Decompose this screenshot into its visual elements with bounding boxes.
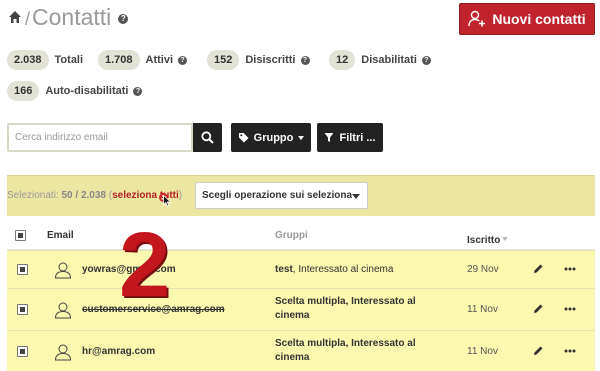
group-dropdown-label: Gruppo bbox=[253, 131, 294, 144]
contact-email[interactable]: hr@amrag.com bbox=[82, 346, 155, 357]
row-checkbox[interactable] bbox=[17, 264, 28, 275]
row-checkbox[interactable] bbox=[17, 346, 28, 357]
stat-auto-disabled-value: 166 bbox=[7, 81, 40, 101]
user-icon bbox=[54, 344, 72, 361]
stat-total[interactable]: 2.038 Totali bbox=[7, 50, 83, 70]
table-row[interactable]: yowras@gmail.com test, Interessato al ci… bbox=[7, 250, 595, 288]
more-options-icon[interactable] bbox=[564, 267, 576, 271]
more-options-icon[interactable] bbox=[564, 349, 576, 353]
selection-count: 50 / 2.038 bbox=[61, 190, 106, 201]
search-input[interactable] bbox=[7, 123, 193, 152]
selection-summary: Selezionati: 50 / 2.038 (seleziona tutti… bbox=[7, 190, 182, 201]
contact-email[interactable]: customerservice@amrag.com bbox=[82, 304, 225, 315]
add-user-icon bbox=[468, 10, 486, 27]
contact-group-primary: test bbox=[275, 264, 293, 275]
selection-prefix: Selezionati: bbox=[7, 190, 62, 201]
new-contacts-label: Nuovi contatti bbox=[492, 11, 586, 27]
contact-group-rest: , Interessato al cinema bbox=[292, 264, 394, 275]
group-dropdown-button[interactable]: Gruppo bbox=[231, 123, 311, 152]
filters-label: Filtri ... bbox=[339, 131, 376, 144]
more-options-icon[interactable] bbox=[564, 307, 576, 311]
help-icon[interactable]: ? bbox=[421, 55, 431, 65]
page-header: / Contatti ? Nuovi contatti bbox=[0, 0, 600, 40]
contact-subscribed-date: 11 Nov bbox=[467, 346, 498, 357]
chevron-down-icon bbox=[352, 194, 360, 199]
contact-subscribed-date: 11 Nov bbox=[467, 304, 498, 315]
stat-active-value: 1.708 bbox=[98, 50, 140, 70]
column-header-subscribed[interactable]: Iscritto bbox=[467, 230, 509, 248]
new-contacts-button[interactable]: Nuovi contatti bbox=[459, 3, 595, 35]
filters-button[interactable]: Filtri ... bbox=[317, 123, 383, 152]
stat-total-value: 2.038 bbox=[7, 50, 49, 70]
stat-active[interactable]: 1.708 Attivi ? bbox=[98, 50, 188, 70]
selection-bar: Selezionati: 50 / 2.038 (seleziona tutti… bbox=[7, 175, 595, 216]
pencil-icon[interactable] bbox=[533, 345, 544, 356]
mouse-cursor-icon bbox=[163, 195, 172, 207]
chevron-down-icon bbox=[298, 135, 305, 140]
select-all-checkbox[interactable] bbox=[15, 230, 26, 241]
stat-disabled-value: 12 bbox=[329, 50, 356, 70]
contact-group-primary: Scelta multipla bbox=[275, 338, 346, 349]
stat-auto-disabled[interactable]: 166 Auto-disabilitati ? bbox=[7, 81, 143, 101]
tag-icon bbox=[238, 133, 249, 143]
stat-disabled[interactable]: 12 Disabilitati ? bbox=[329, 50, 431, 70]
pencil-icon[interactable] bbox=[533, 303, 544, 314]
column-header-groups: Gruppi bbox=[275, 230, 308, 241]
contact-subscribed-date: 29 Nov bbox=[467, 264, 499, 275]
contact-groups: Scelta multipla, Interessato al cinema bbox=[275, 295, 435, 323]
stat-auto-disabled-label: Auto-disabilitati bbox=[45, 85, 129, 97]
stat-active-label: Attivi bbox=[145, 54, 174, 66]
contact-groups: test, Interessato al cinema bbox=[275, 263, 435, 277]
row-checkbox[interactable] bbox=[17, 304, 28, 315]
stat-total-label: Totali bbox=[54, 54, 84, 66]
table-row[interactable]: hr@amrag.com Scelta multipla, Interessat… bbox=[7, 330, 595, 371]
column-header-subscribed-label: Iscritto bbox=[467, 235, 501, 246]
table-row[interactable]: customerservice@amrag.com Scelta multipl… bbox=[7, 288, 595, 330]
page-title: Contatti bbox=[32, 4, 112, 30]
search-button[interactable] bbox=[193, 123, 222, 152]
breadcrumb: / Contatti ? bbox=[8, 4, 129, 30]
filter-icon bbox=[324, 133, 334, 142]
help-icon[interactable]: ? bbox=[178, 55, 188, 65]
contacts-table: Email Gruppi Iscritto yowras@gmail.com t… bbox=[7, 222, 595, 371]
help-icon[interactable]: ? bbox=[300, 55, 310, 65]
bulk-operation-select[interactable]: Scegli operazione sui seleziona bbox=[195, 182, 368, 209]
stat-unsubscribed-value: 152 bbox=[207, 50, 240, 70]
table-header: Email Gruppi Iscritto bbox=[7, 222, 595, 250]
user-icon bbox=[54, 302, 72, 319]
help-icon[interactable]: ? bbox=[133, 86, 143, 96]
stat-unsubscribed-label: Disiscritti bbox=[245, 54, 296, 66]
search-icon bbox=[201, 131, 214, 144]
stat-disabled-label: Disabilitati bbox=[361, 54, 417, 66]
contact-email[interactable]: yowras@gmail.com bbox=[82, 264, 176, 275]
column-header-email[interactable]: Email bbox=[47, 230, 74, 241]
pencil-icon[interactable] bbox=[533, 263, 544, 274]
contact-groups: Scelta multipla, Interessato al cinema bbox=[275, 337, 435, 365]
home-icon[interactable] bbox=[8, 10, 22, 24]
breadcrumb-separator: / bbox=[25, 9, 31, 29]
selection-close-paren: ) bbox=[178, 190, 183, 201]
contact-group-primary: Scelta multipla bbox=[275, 296, 346, 307]
user-icon bbox=[54, 262, 72, 279]
bulk-operation-value: Scegli operazione sui seleziona bbox=[202, 190, 353, 201]
sort-down-icon bbox=[502, 236, 509, 241]
help-icon[interactable]: ? bbox=[118, 14, 129, 24]
stat-unsubscribed[interactable]: 152 Disiscritti ? bbox=[207, 50, 310, 70]
